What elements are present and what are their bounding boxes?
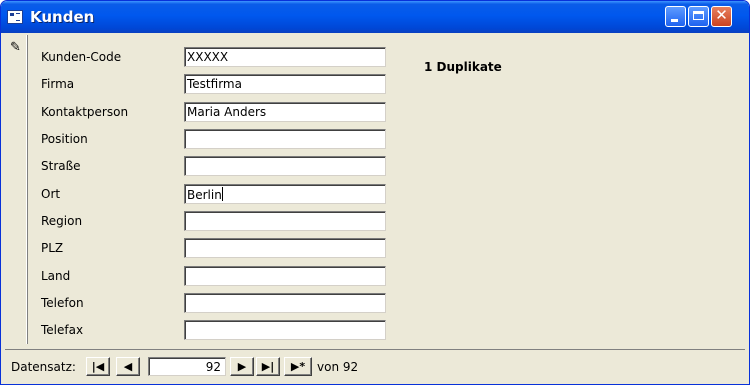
field-label-kunden-code: Kunden-Code [41,50,122,64]
position-field[interactable] [184,129,386,149]
land-field[interactable] [184,266,386,286]
record-navigation-bar: Datensatz: |◀ ◀ 92 ▶ ▶| ▶* von 92 [5,349,745,384]
form-body: ✎ Kunden-Code XXXXX Firma Testfirma Kont… [5,35,745,344]
title-bar[interactable]: Kunden ✕ [1,1,749,33]
duplicate-count-label: 1 Duplikate [424,60,502,74]
record-label: Datensatz: [11,360,76,374]
window: Kunden ✕ ✎ Kunden-Code XXXXX Firma Testf… [0,0,750,385]
field-label-telefon: Telefon [41,296,84,310]
new-record-icon: ▶* [290,360,306,373]
maximize-button[interactable] [688,6,709,27]
first-record-icon: |◀ [91,360,105,373]
next-record-icon: ▶ [237,360,247,373]
strasse-field[interactable] [184,156,386,176]
field-label-ort: Ort [41,187,61,201]
ort-field[interactable]: Berlin [184,184,386,204]
previous-record-button[interactable]: ◀ [116,357,140,376]
close-button[interactable]: ✕ [711,6,732,27]
telefon-field[interactable] [184,293,386,313]
field-label-position: Position [41,132,88,146]
plz-field[interactable] [184,238,386,258]
first-record-button[interactable]: |◀ [86,357,110,376]
field-label-kontaktperson: Kontaktperson [41,105,129,119]
kontaktperson-field[interactable]: Maria Anders [184,102,386,122]
form-icon[interactable] [7,10,23,24]
field-label-strasse: Straße [41,159,81,173]
next-record-button[interactable]: ▶ [230,357,254,376]
ort-value: Berlin [187,188,222,202]
field-label-plz: PLZ [41,241,64,255]
telefax-field[interactable] [184,320,386,340]
previous-record-icon: ◀ [123,360,133,373]
new-record-button[interactable]: ▶* [284,357,312,376]
firma-field[interactable]: Testfirma [184,74,386,94]
field-label-telefax: Telefax [41,323,84,337]
field-label-region: Region [41,214,83,228]
kunden-code-field[interactable]: XXXXX [184,47,386,67]
last-record-icon: ▶| [261,360,275,373]
record-number-input[interactable]: 92 [148,357,226,376]
minimize-button[interactable] [665,6,686,27]
field-label-firma: Firma [41,77,75,91]
text-caret [221,187,223,201]
close-icon: ✕ [715,6,728,24]
field-label-land: Land [41,269,71,283]
record-selector[interactable]: ✎ [5,35,28,344]
last-record-button[interactable]: ▶| [256,357,280,376]
window-title: Kunden [30,8,95,26]
region-field[interactable] [184,211,386,231]
record-count-label: von 92 [317,360,359,374]
pencil-icon: ✎ [10,40,21,55]
